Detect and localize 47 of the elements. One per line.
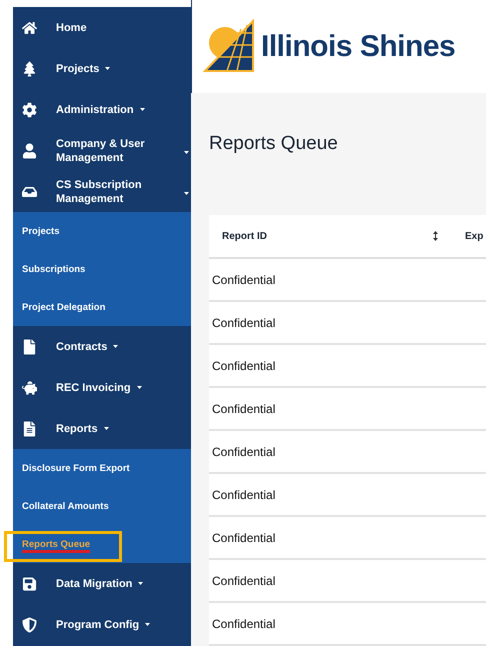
sidebar-item[interactable]: Program Config bbox=[13, 618, 150, 632]
sidebar-item[interactable]: Data Migration bbox=[13, 576, 144, 590]
table-cell-text: Confidential bbox=[211, 358, 276, 372]
caret-icon bbox=[140, 108, 145, 111]
shield-icon bbox=[22, 617, 37, 632]
sidebar-item[interactable]: Reports bbox=[13, 422, 109, 436]
page-title: Reports Queue bbox=[209, 133, 339, 155]
inbox-icon bbox=[22, 184, 37, 199]
sidebar-item[interactable]: Home bbox=[13, 20, 87, 34]
caret-icon bbox=[105, 67, 110, 70]
column-header[interactable]: Exp bbox=[465, 230, 484, 242]
caret-icon bbox=[145, 623, 150, 626]
table-cell-text: Confidential bbox=[211, 316, 276, 330]
home-icon bbox=[22, 20, 37, 35]
caret-icon bbox=[104, 427, 109, 430]
logo-text: Illinois Shines bbox=[261, 30, 456, 64]
caret-icon bbox=[113, 345, 118, 348]
caret-icon bbox=[138, 582, 144, 585]
settings-icon bbox=[22, 102, 37, 117]
file-icon bbox=[22, 339, 37, 354]
submenu-item[interactable]: Collateral Amounts bbox=[22, 498, 109, 514]
submenu-item[interactable]: Subscriptions bbox=[22, 260, 86, 278]
caret-icon bbox=[184, 150, 189, 154]
tree-icon bbox=[22, 61, 37, 76]
piggy-bank-icon bbox=[22, 380, 37, 395]
table-cell-text: Confidential bbox=[211, 488, 276, 502]
user-icon bbox=[22, 143, 37, 158]
document-icon bbox=[22, 421, 37, 436]
caret-icon bbox=[136, 386, 142, 389]
table-cell-text: Confidential bbox=[211, 616, 276, 630]
table-cell-text: Confidential bbox=[211, 444, 276, 458]
table-cell-text: Confidential bbox=[211, 272, 276, 286]
submenu-item[interactable]: Project Delegation bbox=[22, 298, 106, 316]
sidebar-item[interactable]: CS Subscription Management bbox=[13, 178, 156, 206]
submenu-item[interactable]: Disclosure Form Export bbox=[22, 460, 130, 476]
submenu-item[interactable]: Projects bbox=[22, 222, 60, 240]
sidebar-item[interactable]: Company & User Management bbox=[13, 136, 156, 164]
caret-icon bbox=[184, 192, 189, 194]
sidebar-item[interactable]: Contracts bbox=[13, 340, 118, 354]
sidebar-item[interactable]: REC Invoicing bbox=[13, 380, 142, 394]
sort-icon[interactable] bbox=[433, 231, 438, 241]
table-cell-text: Confidential bbox=[211, 530, 276, 544]
column-header[interactable]: Report ID bbox=[222, 230, 267, 242]
sidebar-item[interactable]: Administration bbox=[13, 102, 145, 116]
table-cell-text: Confidential bbox=[211, 574, 276, 588]
sidebar-item[interactable]: Projects bbox=[13, 62, 110, 76]
table-cell-text: Confidential bbox=[211, 402, 276, 416]
